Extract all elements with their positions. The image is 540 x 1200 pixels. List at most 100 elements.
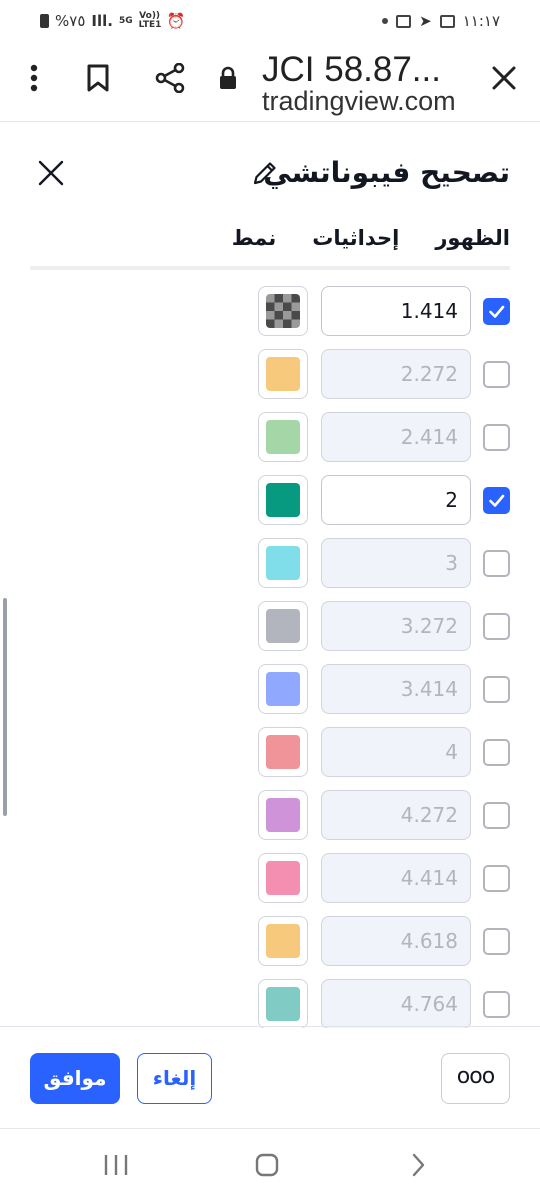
bookmark-icon[interactable] <box>80 60 116 96</box>
level-row: 4.272 <box>0 788 540 851</box>
level-value-input[interactable]: 4 <box>321 727 471 777</box>
color-swatch <box>266 357 300 391</box>
level-value-input[interactable]: 2.272 <box>321 349 471 399</box>
level-color-picker[interactable] <box>258 286 308 336</box>
level-value-input[interactable]: 2.414 <box>321 412 471 462</box>
dialog-tabs: نمط إحداثيات الظهور <box>229 226 510 270</box>
share-icon[interactable] <box>152 60 188 96</box>
recent-apps-icon[interactable] <box>96 1149 136 1181</box>
level-value-input[interactable]: 4.272 <box>321 790 471 840</box>
level-color-picker[interactable] <box>258 979 308 1028</box>
level-value-input[interactable]: 4.618 <box>321 916 471 966</box>
level-checkbox[interactable] <box>483 424 510 451</box>
level-color-picker[interactable] <box>258 664 308 714</box>
alarm-icon: ⏰ <box>166 12 186 30</box>
level-checkbox[interactable] <box>483 865 510 892</box>
battery-text: %٧٥ <box>55 12 86 30</box>
tab-visibility[interactable]: الظهور <box>435 226 510 270</box>
level-checkbox[interactable] <box>483 613 510 640</box>
more-vert-icon[interactable] <box>16 60 52 96</box>
level-checkbox[interactable] <box>483 487 510 514</box>
level-row: 3.414 <box>0 662 540 725</box>
level-value-input[interactable]: 3.272 <box>321 601 471 651</box>
level-checkbox[interactable] <box>483 361 510 388</box>
color-swatch <box>266 483 300 517</box>
color-swatch <box>266 672 300 706</box>
dialog-title: تصحيح فيبوناتشي <box>263 156 510 189</box>
level-color-picker[interactable] <box>258 790 308 840</box>
level-value-input[interactable]: 3.414 <box>321 664 471 714</box>
close-dialog-icon[interactable] <box>34 156 68 190</box>
tab-coordinates[interactable]: إحداثيات <box>312 226 399 270</box>
level-checkbox[interactable] <box>483 991 510 1018</box>
color-swatch <box>266 861 300 895</box>
level-value-input[interactable]: 3 <box>321 538 471 588</box>
back-icon[interactable] <box>398 1149 438 1181</box>
level-row: 4 <box>0 725 540 788</box>
pencil-icon[interactable] <box>250 158 280 188</box>
color-swatch <box>266 609 300 643</box>
level-color-picker[interactable] <box>258 601 308 651</box>
signal-bars-icon: Ill. <box>91 12 113 30</box>
level-checkbox[interactable] <box>483 676 510 703</box>
android-nav-bar <box>0 1128 540 1200</box>
level-checkbox[interactable] <box>483 298 510 325</box>
close-tab-icon[interactable] <box>486 60 522 96</box>
color-swatch <box>266 735 300 769</box>
volte-label: Vo)) LTE1 <box>138 11 162 30</box>
cancel-button[interactable]: إلغاء <box>137 1053 212 1104</box>
lock-icon <box>210 60 246 96</box>
level-color-picker[interactable] <box>258 349 308 399</box>
network-label: 5G <box>118 15 133 26</box>
level-value-input[interactable]: 1.414 <box>321 286 471 336</box>
color-swatch <box>266 546 300 580</box>
check-icon <box>489 494 505 507</box>
check-icon <box>489 305 505 318</box>
status-bar: %٧٥ Ill. 5G Vo)) LTE1 ⏰ ➤ ١١:١٧ <box>0 0 540 44</box>
levels-list[interactable]: 1.414 2.272 2.414 2 3 3.272 3.414 4 4.272 4.414 4.… <box>0 270 540 1028</box>
ok-button[interactable]: موافق <box>30 1053 120 1104</box>
level-color-picker[interactable] <box>258 538 308 588</box>
level-row: 2 <box>0 473 540 536</box>
color-swatch <box>266 420 300 454</box>
level-checkbox[interactable] <box>483 802 510 829</box>
home-icon[interactable] <box>247 1149 287 1181</box>
level-row: 4.618 <box>0 914 540 977</box>
browser-toolbar: JCI 58.87... tradingview.com <box>0 44 540 122</box>
level-checkbox[interactable] <box>483 550 510 577</box>
level-color-picker[interactable] <box>258 475 308 525</box>
color-swatch <box>266 924 300 958</box>
level-value-input[interactable]: 4.414 <box>321 853 471 903</box>
battery-icon <box>40 14 49 28</box>
level-checkbox[interactable] <box>483 739 510 766</box>
level-row: 2.414 <box>0 410 540 473</box>
telegram-icon: ➤ <box>419 12 432 30</box>
level-value-input[interactable]: 2 <box>321 475 471 525</box>
color-swatch <box>266 798 300 832</box>
level-row: 4.764 <box>0 977 540 1028</box>
level-color-picker[interactable] <box>258 916 308 966</box>
url-domain[interactable]: tradingview.com <box>262 86 472 117</box>
more-options-button[interactable]: ooo <box>441 1053 510 1104</box>
level-color-picker[interactable] <box>258 727 308 777</box>
level-row: 2.272 <box>0 347 540 410</box>
level-checkbox[interactable] <box>483 928 510 955</box>
footer-divider <box>0 1026 540 1027</box>
level-row: 1.414 <box>0 284 540 347</box>
clock-time: ١١:١٧ <box>462 12 500 30</box>
page-title[interactable]: JCI 58.87... <box>262 50 472 90</box>
status-left: %٧٥ Ill. 5G Vo)) LTE1 ⏰ <box>40 12 185 30</box>
level-value-input[interactable]: 4.764 <box>321 979 471 1028</box>
status-right: ➤ ١١:١٧ <box>382 12 500 30</box>
level-color-picker[interactable] <box>258 853 308 903</box>
mail-icon <box>396 14 412 28</box>
image-icon <box>439 14 455 28</box>
level-row: 4.414 <box>0 851 540 914</box>
scrollbar[interactable] <box>3 598 7 816</box>
level-color-picker[interactable] <box>258 412 308 462</box>
level-row: 3 <box>0 536 540 599</box>
notification-dot-icon <box>382 18 389 24</box>
color-swatch <box>266 294 300 328</box>
tab-style[interactable]: نمط <box>229 226 279 270</box>
color-swatch <box>266 987 300 1021</box>
